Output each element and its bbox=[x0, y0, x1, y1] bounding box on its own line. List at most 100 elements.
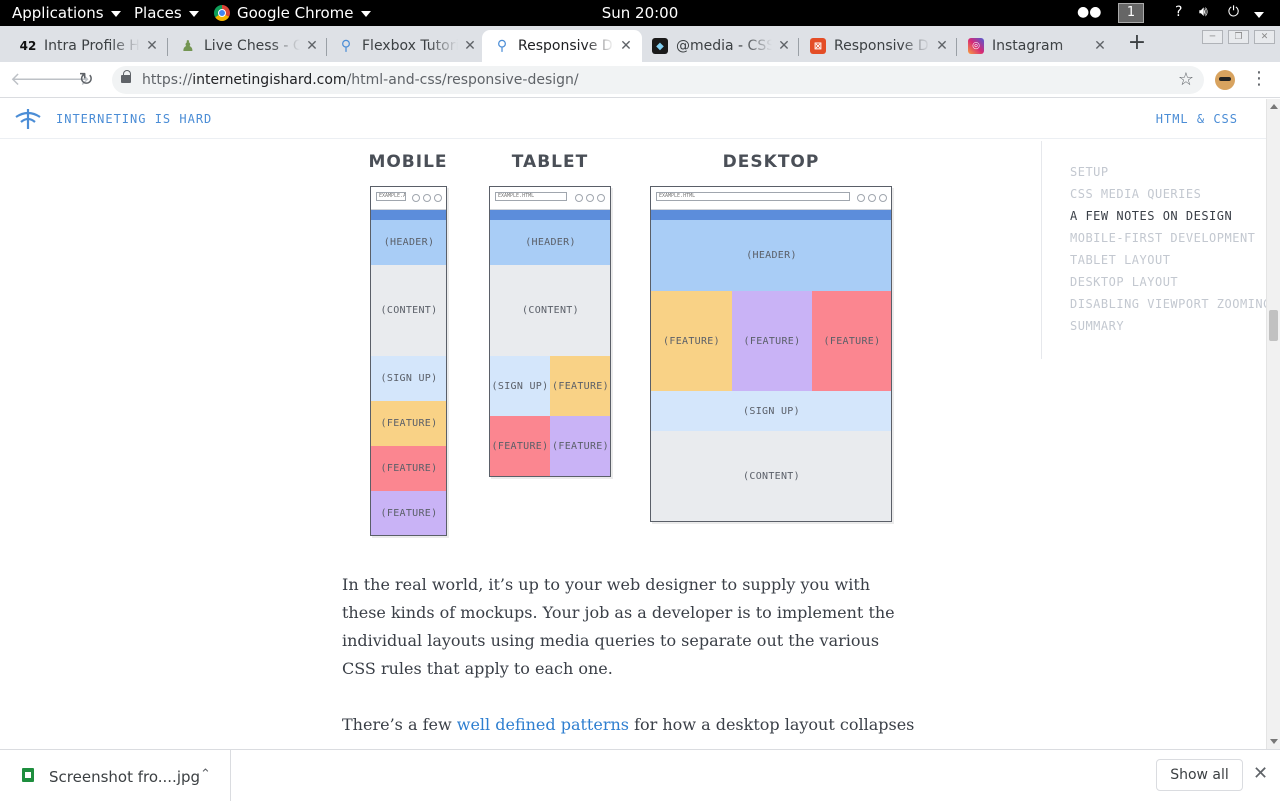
active-app-menu[interactable]: Google Chrome bbox=[214, 4, 371, 22]
close-icon[interactable]: ✕ bbox=[1092, 38, 1108, 54]
mockup-button-icon bbox=[597, 194, 605, 202]
mockup-nav-band bbox=[371, 210, 446, 220]
address-url[interactable]: https://internetingishard.com/html-and-c… bbox=[142, 72, 579, 88]
tab-flexbox-tutorial[interactable]: ⚲ Flexbox Tutorial ✕ bbox=[326, 30, 486, 62]
toc-item-summary[interactable]: SUMMARY bbox=[1070, 319, 1124, 333]
toc-item-tablet-layout[interactable]: TABLET LAYOUT bbox=[1070, 253, 1170, 267]
tab-title: @media - CSS bbox=[676, 38, 772, 54]
mockup-signup-block: (SIGN UP) bbox=[651, 391, 891, 431]
close-icon[interactable]: ✕ bbox=[618, 38, 634, 54]
mockup-content-block: (CONTENT) bbox=[371, 265, 446, 356]
close-icon[interactable]: ✕ bbox=[144, 38, 160, 54]
volume-icon[interactable]: 🔊︎ bbox=[1199, 4, 1208, 20]
mockup-button-icon bbox=[857, 194, 865, 202]
ih-logo-icon: ⚲ bbox=[340, 38, 352, 54]
instagram-icon: ◎ bbox=[968, 38, 984, 54]
mockup-feature-block: (FEATURE) bbox=[732, 291, 812, 391]
mockup-header-block: (HEADER) bbox=[371, 220, 446, 265]
toc-item-notes-on-design[interactable]: A FEW NOTES ON DESIGN bbox=[1070, 209, 1232, 223]
scroll-up-icon[interactable] bbox=[1270, 104, 1278, 109]
power-icon[interactable]: ⏻ bbox=[1228, 4, 1239, 20]
scrollbar-thumb[interactable] bbox=[1269, 310, 1278, 341]
section-link[interactable]: HTML & CSS bbox=[1156, 112, 1238, 126]
places-menu[interactable]: Places bbox=[134, 4, 199, 22]
mockup-button-icon bbox=[575, 194, 583, 202]
mockup-browser-chrome: EXAMPLE.AT bbox=[371, 187, 446, 210]
close-icon[interactable]: ✕ bbox=[462, 38, 478, 54]
back-button[interactable]: 🡐 bbox=[10, 68, 58, 92]
mockup-feature-block: (FEATURE) bbox=[371, 446, 446, 491]
article-paragraph: In the real world, it’s up to your web d… bbox=[342, 575, 895, 678]
new-tab-button[interactable]: + bbox=[1126, 32, 1148, 54]
active-app-label: Google Chrome bbox=[237, 4, 354, 22]
desktop-mockup: EXAMPLE.HTML (HEADER) (FEATURE) (FEATURE… bbox=[650, 186, 892, 522]
mockup-signup-block: (SIGN UP) bbox=[490, 356, 550, 416]
close-window-button[interactable]: ✕ bbox=[1254, 30, 1275, 44]
tab-media-css[interactable]: ◆ @media - CSS ✕ bbox=[640, 30, 800, 62]
mockup-feature-block: (FEATURE) bbox=[812, 291, 891, 391]
chevron-down-icon[interactable] bbox=[1254, 12, 1264, 18]
mockup-browser-chrome: EXAMPLE.HTML bbox=[651, 187, 891, 210]
well-defined-patterns-link[interactable]: well defined patterns bbox=[457, 715, 629, 734]
site-brand-link[interactable]: INTERNETING IS HARD bbox=[56, 112, 212, 126]
close-icon[interactable]: ✕ bbox=[934, 38, 950, 54]
tablet-mockup-title: TABLET bbox=[511, 152, 589, 172]
close-icon[interactable]: ✕ bbox=[1253, 763, 1268, 784]
minimize-button[interactable]: ─ bbox=[1202, 30, 1223, 44]
toc-item-setup[interactable]: SETUP bbox=[1070, 165, 1109, 179]
forward-button[interactable]: 🡒 bbox=[42, 68, 90, 92]
applications-menu[interactable]: Applications bbox=[12, 4, 121, 22]
help-icon[interactable]: ? bbox=[1175, 4, 1182, 20]
chevron-up-icon[interactable]: ⌃ bbox=[200, 767, 211, 782]
tab-responsive-design-w3[interactable]: ⊠ Responsive Design ✕ bbox=[798, 30, 958, 62]
toc-item-desktop-layout[interactable]: DESKTOP LAYOUT bbox=[1070, 275, 1178, 289]
table-of-contents: SETUP CSS MEDIA QUERIES A FEW NOTES ON D… bbox=[1041, 141, 1270, 359]
address-bar[interactable]: https://internetingishard.com/html-and-c… bbox=[112, 66, 1204, 94]
tab-intra-profile[interactable]: 42 Intra Profile Home ✕ bbox=[8, 30, 168, 62]
image-file-icon bbox=[22, 768, 34, 782]
page-scrollbar[interactable] bbox=[1266, 99, 1280, 749]
applications-menu-label: Applications bbox=[12, 4, 104, 22]
ih-logo-icon[interactable] bbox=[14, 107, 42, 131]
mockup-button-icon bbox=[868, 194, 876, 202]
tab-title: Instagram bbox=[992, 38, 1064, 54]
toc-item-css-media-queries[interactable]: CSS MEDIA QUERIES bbox=[1070, 187, 1201, 201]
chess-pawn-icon: ♟ bbox=[181, 37, 195, 55]
toc-item-disabling-zoom[interactable]: DISABLING VIEWPORT ZOOMING bbox=[1070, 297, 1271, 311]
workspace-indicator[interactable]: 1 bbox=[1118, 3, 1144, 23]
download-item[interactable]: Screenshot fro....jpg ⌃ bbox=[0, 750, 231, 801]
mockup-button-icon bbox=[586, 194, 594, 202]
close-icon[interactable]: ✕ bbox=[304, 38, 320, 54]
maximize-button[interactable]: ❐ bbox=[1228, 30, 1249, 44]
mockup-feature-block: (FEATURE) bbox=[651, 291, 732, 391]
mockup-address: EXAMPLE.HTML bbox=[495, 192, 567, 201]
mockup-feature-block: (FEATURE) bbox=[550, 416, 610, 476]
mdn-icon: ◆ bbox=[652, 38, 668, 54]
mockup-button-icon bbox=[412, 194, 420, 202]
mockup-nav-band bbox=[651, 210, 891, 220]
show-all-button[interactable]: Show all bbox=[1156, 759, 1243, 791]
toc-item-mobile-first[interactable]: MOBILE-FIRST DEVELOPMENT bbox=[1070, 231, 1255, 245]
mockup-feature-block: (FEATURE) bbox=[550, 356, 610, 416]
places-menu-label: Places bbox=[134, 4, 182, 22]
tab-instagram[interactable]: ◎ Instagram ✕ bbox=[956, 30, 1116, 62]
chrome-icon bbox=[214, 5, 230, 21]
chevron-down-icon bbox=[360, 11, 371, 17]
download-filename: Screenshot fro....jpg bbox=[49, 768, 201, 786]
tab-strip: 42 Intra Profile Home ✕ ♟ Live Chess - C… bbox=[0, 26, 1280, 62]
tab-live-chess[interactable]: ♟ Live Chess - Chess.com ✕ bbox=[168, 30, 328, 62]
mockup-address: EXAMPLE.HTML bbox=[656, 192, 850, 201]
mockup-button-icon bbox=[434, 194, 442, 202]
reload-button[interactable]: ↻ bbox=[74, 68, 98, 92]
tab-title: Responsive Design bbox=[834, 38, 930, 54]
mockup-content-block: (CONTENT) bbox=[490, 265, 610, 356]
camera-icon[interactable]: ●● bbox=[1077, 4, 1101, 20]
mobile-mockup: EXAMPLE.AT (HEADER) (CONTENT) (SIGN UP) … bbox=[370, 186, 447, 536]
scroll-down-icon[interactable] bbox=[1270, 739, 1278, 744]
lock-icon[interactable] bbox=[121, 70, 131, 83]
close-icon[interactable]: ✕ bbox=[776, 38, 792, 54]
profile-avatar[interactable] bbox=[1215, 70, 1235, 90]
tab-responsive-design[interactable]: ⚲ Responsive Design ✕ bbox=[482, 30, 642, 62]
chrome-menu-button[interactable]: ⋮ bbox=[1250, 68, 1268, 92]
bookmark-star-icon[interactable]: ☆ bbox=[1178, 69, 1194, 90]
